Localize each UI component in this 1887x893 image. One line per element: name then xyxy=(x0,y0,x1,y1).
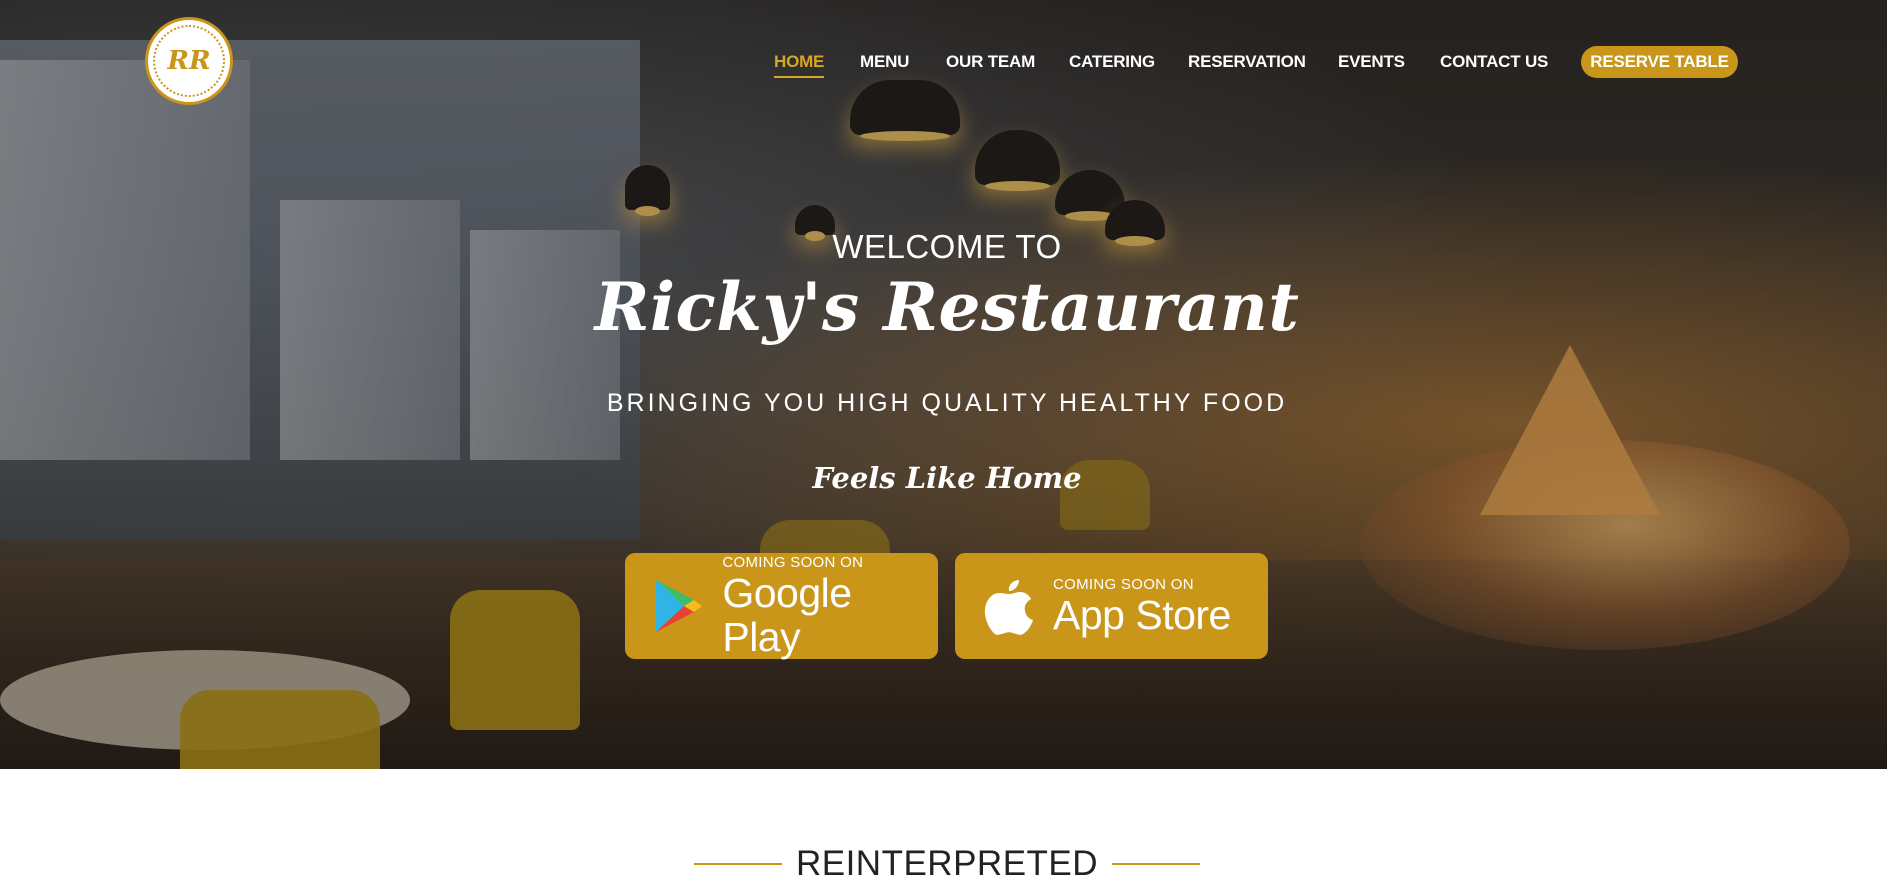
nav-item-home[interactable]: HOME xyxy=(774,52,824,78)
hero-overlay xyxy=(0,0,1887,769)
brand-title: Ricky's Restaurant xyxy=(594,268,1300,346)
store-name: Google Play xyxy=(722,569,852,660)
tagline: BRINGING YOU HIGH QUALITY HEALTHY FOOD xyxy=(606,389,1288,417)
store-name: App Store xyxy=(1053,591,1231,638)
hero-banner xyxy=(0,0,1887,769)
google-play-icon xyxy=(647,574,710,638)
slogan: Feels Like Home xyxy=(812,461,1082,495)
store-caption: COMING SOON ON xyxy=(1053,575,1194,593)
nav-item-reservation[interactable]: RESERVATION xyxy=(1188,52,1306,72)
nav-item-contact-us[interactable]: CONTACT US xyxy=(1440,52,1548,72)
section-title: REINTERPRETED xyxy=(795,844,1099,883)
section-heading: REINTERPRETED xyxy=(0,842,1887,886)
app-store-button[interactable]: COMING SOON ON App Store xyxy=(955,553,1268,659)
apple-icon xyxy=(977,574,1041,638)
heading-rule-right xyxy=(1112,863,1201,865)
nav-item-our-team[interactable]: OUR TEAM xyxy=(946,52,1035,72)
reserve-table-button[interactable]: RESERVE TABLE xyxy=(1581,46,1738,78)
nav-item-events[interactable]: EVENTS xyxy=(1338,52,1405,72)
google-play-button[interactable]: COMING SOON ON Google Play xyxy=(625,553,938,659)
nav-item-catering[interactable]: CATERING xyxy=(1069,52,1155,72)
welcome-text: WELCOME TO xyxy=(832,228,1062,265)
store-caption: COMING SOON ON xyxy=(722,553,864,571)
heading-rule-left xyxy=(693,863,782,865)
nav-item-menu[interactable]: MENU xyxy=(860,52,909,72)
